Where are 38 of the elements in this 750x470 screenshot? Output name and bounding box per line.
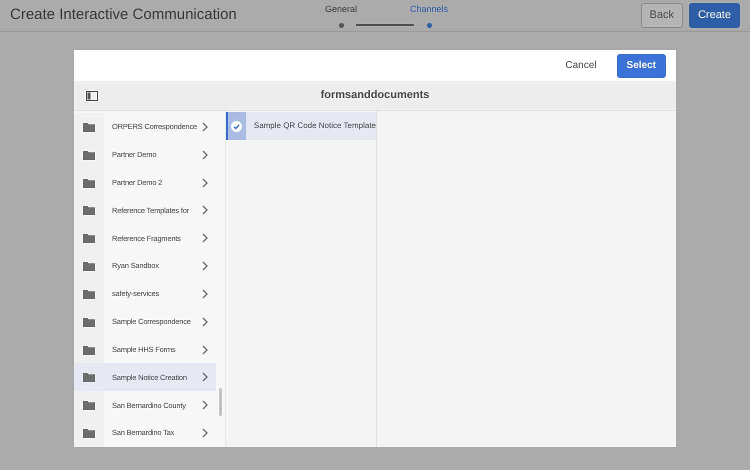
folder-icon [83,205,95,216]
folder-icon [83,428,95,438]
step-line [356,24,414,26]
step-label: Channels [410,3,448,16]
chevron-right-icon [202,233,208,244]
folder-icon [83,150,95,160]
scrollbar-thumb[interactable] [219,388,222,416]
chevron-right-icon [202,372,208,382]
folder-icon [83,344,95,355]
folder-icon [83,400,95,410]
back-button[interactable]: Back [640,3,683,28]
folder-title: formsanddocuments [320,88,430,104]
folder-icon [83,316,95,327]
step-label: General [324,3,358,16]
folder-icon [83,288,95,299]
chevron-right-icon [202,344,208,355]
checkmark-icon [231,120,242,132]
chevron-right-icon [202,400,208,410]
cancel-button[interactable]: Cancel [555,54,607,78]
page-title: Create Interactive Communication [10,5,238,26]
chevron-right-icon [202,178,208,188]
template-item[interactable]: Sample QR Code Notice Template [226,112,376,140]
chevron-right-icon [202,428,208,438]
create-button[interactable]: Create [688,3,740,28]
folder-icon [83,372,95,382]
template-label: Sample QR Code Notice Template [254,120,376,132]
chevron-right-icon [202,150,208,160]
chevron-right-icon [202,261,208,272]
chevron-right-icon [202,316,208,327]
select-button[interactable]: Select [616,54,666,78]
folder-icon [83,122,95,132]
folder-icon [83,233,95,244]
chevron-right-icon [202,288,208,299]
chevron-right-icon [202,122,208,132]
chevron-right-icon [202,205,208,216]
sidebar-toggle-icon[interactable] [86,90,98,100]
folder-icon [83,261,95,272]
folder-icon [83,178,95,188]
